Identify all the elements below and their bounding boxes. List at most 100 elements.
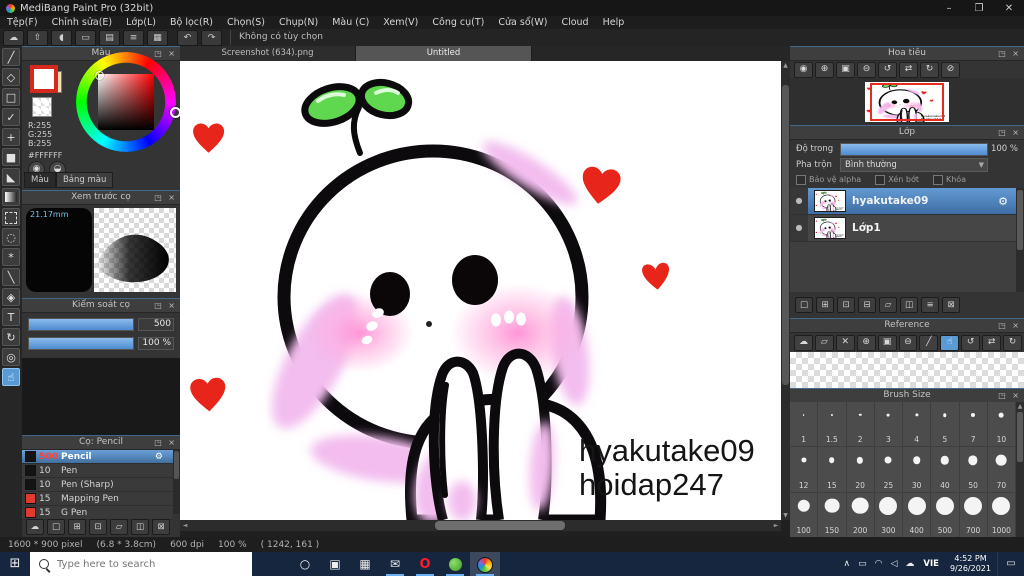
document-tab[interactable]: Screenshot (634).png: [180, 46, 356, 61]
brush-size-cell[interactable]: 15: [818, 447, 847, 493]
battery-icon[interactable]: ▭: [854, 559, 871, 569]
document-tab[interactable]: Untitled: [356, 46, 532, 61]
menu-chns[interactable]: Chọn(S): [220, 17, 272, 28]
ref-rotate-left-icon[interactable]: ↺: [961, 335, 981, 351]
edit-brush-icon[interactable]: ⊡: [89, 519, 107, 535]
brush-size-cell[interactable]: 1.5: [818, 402, 847, 448]
add-layer-icon[interactable]: □: [795, 297, 813, 313]
green-app-icon[interactable]: [440, 552, 470, 576]
lasso-tool[interactable]: ◌: [2, 228, 20, 246]
mail-icon[interactable]: ✉: [380, 552, 410, 576]
upload-icon[interactable]: ⇧: [27, 29, 48, 46]
action-center-icon[interactable]: ▭: [997, 552, 1024, 576]
start-button[interactable]: ⊞: [0, 552, 30, 576]
layer-option[interactable]: Xén bớt: [875, 174, 919, 185]
popout-icon[interactable]: ◳: [998, 321, 1008, 330]
ref-zoom-fit-icon[interactable]: ▣: [877, 335, 897, 351]
layer-row[interactable]: ● hyakutake09 ⚙: [790, 188, 1016, 215]
checkbox-icon[interactable]: [796, 174, 806, 185]
undo-icon[interactable]: ↶: [177, 29, 198, 46]
gear-icon[interactable]: ⚙: [998, 195, 1008, 208]
canvas[interactable]: [180, 61, 781, 520]
popout-icon[interactable]: ◳: [998, 49, 1008, 58]
brush-folder-icon[interactable]: ▱: [110, 519, 128, 535]
horizontal-scrollbar[interactable]: ◄ ►: [180, 520, 781, 531]
brush-size-cell[interactable]: 4: [903, 402, 932, 448]
cortana-icon[interactable]: ○: [290, 552, 320, 576]
popout-icon[interactable]: ◳: [154, 49, 164, 58]
brush-size-cell[interactable]: 500: [931, 492, 960, 538]
medibang-icon[interactable]: [470, 552, 500, 576]
document-icon[interactable]: ▤: [99, 29, 120, 46]
popout-icon[interactable]: ◳: [998, 391, 1008, 400]
eyedropper-tool[interactable]: ◎: [2, 348, 20, 366]
brush-size-cell[interactable]: 200: [846, 492, 875, 538]
vertical-scrollbar[interactable]: ▲ ▼: [781, 61, 790, 520]
brush-size-cell[interactable]: 12: [790, 447, 819, 493]
close-icon[interactable]: ×: [1012, 321, 1021, 330]
bucket-tool[interactable]: ◣: [2, 168, 20, 186]
duplicate-layer-icon[interactable]: ◫: [900, 297, 918, 313]
brush-size-slider[interactable]: [28, 318, 134, 331]
language-indicator[interactable]: VIE: [918, 559, 944, 569]
brush-size-cell[interactable]: 300: [874, 492, 903, 538]
add-layer-alt-icon[interactable]: ⊞: [816, 297, 834, 313]
brush-size-cell[interactable]: 3: [874, 402, 903, 448]
add-brush-menu-icon[interactable]: ⊞: [68, 519, 86, 535]
layer-visibility-icon[interactable]: ●: [790, 188, 808, 214]
lock-icon[interactable]: ⊘: [941, 62, 960, 78]
close-icon[interactable]: ×: [168, 301, 177, 310]
comment-icon[interactable]: ◖: [51, 29, 72, 46]
delete-layer-icon[interactable]: ⊠: [942, 297, 960, 313]
select-eraser-tool[interactable]: ◈: [2, 288, 20, 306]
brush-size-cell[interactable]: 40: [931, 447, 960, 493]
layer-visibility-icon[interactable]: ●: [790, 215, 808, 241]
gradient-tool[interactable]: [2, 188, 20, 206]
brush-size-value[interactable]: 500: [138, 318, 174, 331]
scroll-up-icon[interactable]: ▲: [1016, 403, 1024, 410]
brush-size-cell[interactable]: 7: [959, 402, 988, 448]
rotate-tool[interactable]: ↻: [2, 328, 20, 346]
layer-option[interactable]: Bảo vệ alpha: [796, 174, 861, 185]
text-tool[interactable]: T: [2, 308, 20, 326]
brush-size-cell[interactable]: 10: [987, 402, 1016, 448]
taskbar-search[interactable]: [30, 552, 252, 576]
search-input[interactable]: [55, 557, 229, 571]
brush-opacity-slider[interactable]: [28, 337, 134, 350]
brush-size-cell[interactable]: 50: [959, 447, 988, 493]
saturation-value-square[interactable]: [98, 74, 154, 130]
select-tool[interactable]: [2, 208, 20, 226]
cloud-brush-icon[interactable]: ☁: [26, 519, 44, 535]
menu-cloud[interactable]: Cloud: [554, 17, 595, 28]
menu-chnhsae[interactable]: Chỉnh sửa(E): [45, 17, 120, 28]
select-pen-tool[interactable]: ╲: [2, 268, 20, 286]
menu-help[interactable]: Help: [596, 17, 632, 28]
scroll-up-icon[interactable]: ▲: [781, 62, 790, 69]
brush-size-cell[interactable]: 1000: [987, 492, 1016, 538]
list-settings-icon[interactable]: ≡: [123, 29, 144, 46]
clock[interactable]: 4:52 PM 9/26/2021: [944, 554, 997, 574]
rotate-left-icon[interactable]: ↺: [878, 62, 897, 78]
close-icon[interactable]: ×: [168, 193, 177, 202]
zoom-in-icon[interactable]: ⊕: [815, 62, 834, 78]
reference-content[interactable]: [790, 352, 1024, 389]
zoom-actual-icon[interactable]: ◉: [794, 62, 813, 78]
checkbox-icon[interactable]: [932, 174, 943, 185]
brush-item[interactable]: 15 Mapping Pen: [22, 492, 173, 506]
navigator-thumbnail[interactable]: [865, 82, 949, 122]
flip-horizontal-icon[interactable]: ⇄: [899, 62, 918, 78]
wifi-icon[interactable]: ◠: [871, 559, 887, 569]
popout-icon[interactable]: ◳: [154, 301, 164, 310]
brush-size-cell[interactable]: 30: [903, 447, 932, 493]
grid-settings-icon[interactable]: ▦: [147, 29, 168, 46]
close-icon[interactable]: ×: [1012, 49, 1021, 58]
add-layer-menu-icon[interactable]: ⊟: [858, 297, 876, 313]
brush-size-cell[interactable]: 150: [818, 492, 847, 538]
brush-size-cell[interactable]: 20: [846, 447, 875, 493]
rotate-reset-icon[interactable]: ↻: [920, 62, 939, 78]
opera-icon[interactable]: O: [410, 552, 440, 576]
snap-tool[interactable]: ✓: [2, 108, 20, 126]
ref-zoom-in-icon[interactable]: ⊕: [856, 335, 876, 351]
merge-layer-icon[interactable]: ≡: [921, 297, 939, 313]
popout-icon[interactable]: ◳: [998, 128, 1008, 137]
